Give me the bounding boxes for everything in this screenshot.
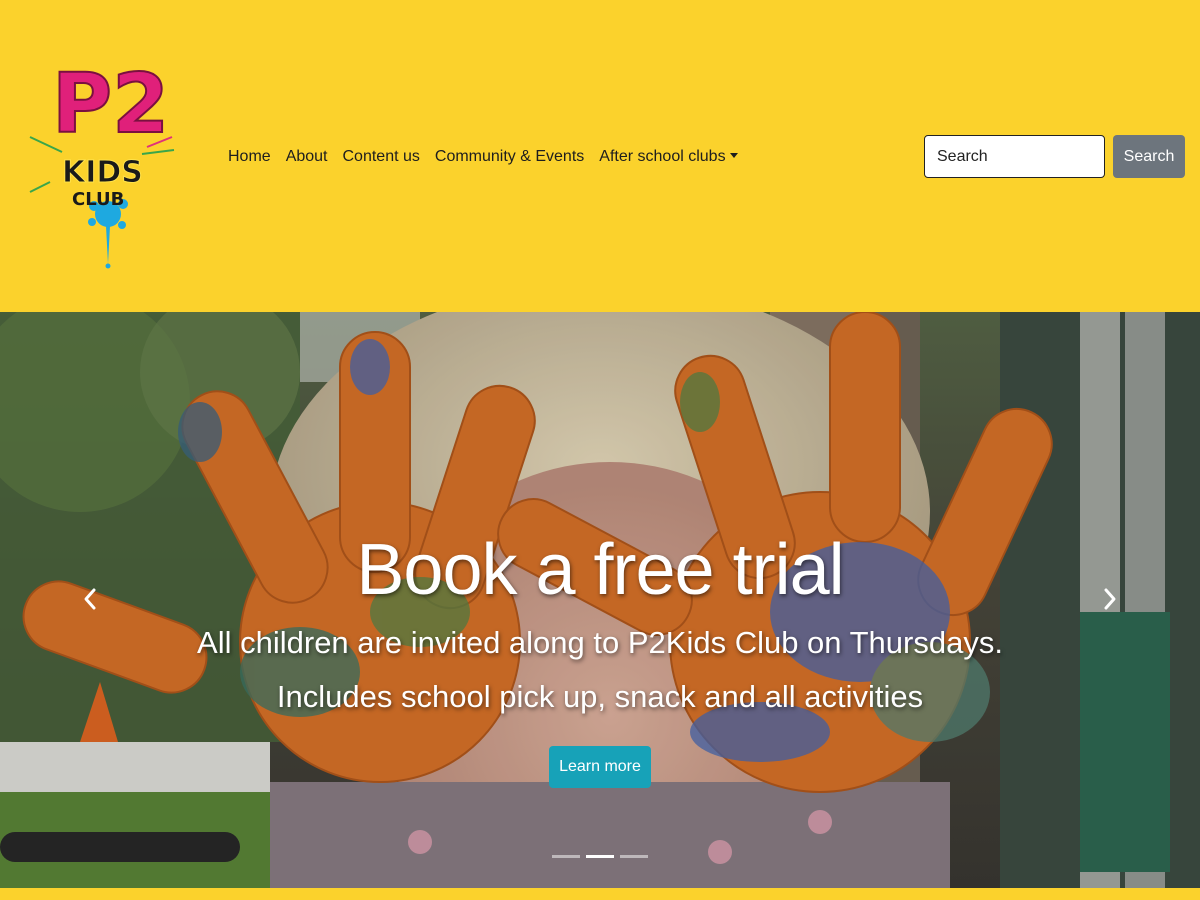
logo-text-p: P2 xyxy=(52,57,169,152)
carousel-text-line-1: All children are invited along to P2Kids… xyxy=(197,625,1003,660)
nav-community-events-link[interactable]: Community & Events xyxy=(435,148,584,166)
caret-down-icon xyxy=(729,153,738,158)
carousel-text-line-2: Includes school pick up, snack and all a… xyxy=(276,679,924,714)
logo-text-kids: KIDS xyxy=(62,155,143,190)
chevron-left-icon[interactable] xyxy=(75,584,105,614)
logo-text-club: CLUB xyxy=(72,189,124,210)
footer-strip xyxy=(0,888,1200,900)
nav-home-link[interactable]: Home xyxy=(228,148,271,166)
search-button[interactable]: Search xyxy=(1113,135,1185,178)
nav-contact-link[interactable]: Content us xyxy=(343,148,420,166)
carousel-caption: Book a free trial All children are invit… xyxy=(0,527,1200,721)
carousel-indicator-1[interactable] xyxy=(552,855,580,858)
search-input[interactable] xyxy=(924,135,1105,178)
chevron-right-icon[interactable] xyxy=(1095,584,1125,614)
carousel-indicators xyxy=(552,855,654,858)
learn-more-button[interactable]: Learn more xyxy=(549,746,651,788)
hero-carousel: Book a free trial All children are invit… xyxy=(0,312,1200,888)
nav-after-school-clubs-dropdown[interactable]: After school clubs xyxy=(599,148,738,166)
nav-about-link[interactable]: About xyxy=(286,148,328,166)
carousel-indicator-2[interactable] xyxy=(586,855,614,858)
p2-kids-club-logo[interactable]: P2 KIDS CLUB xyxy=(22,42,182,270)
main-nav: Home About Content us Community & Events… xyxy=(228,146,753,168)
search-form: Search xyxy=(924,135,1185,178)
nav-after-school-clubs-label: After school clubs xyxy=(599,148,726,165)
carousel-title: Book a free trial xyxy=(356,530,844,610)
carousel-indicator-3[interactable] xyxy=(620,855,648,858)
site-header: P2 KIDS CLUB Home About Content us Commu… xyxy=(0,0,1200,312)
